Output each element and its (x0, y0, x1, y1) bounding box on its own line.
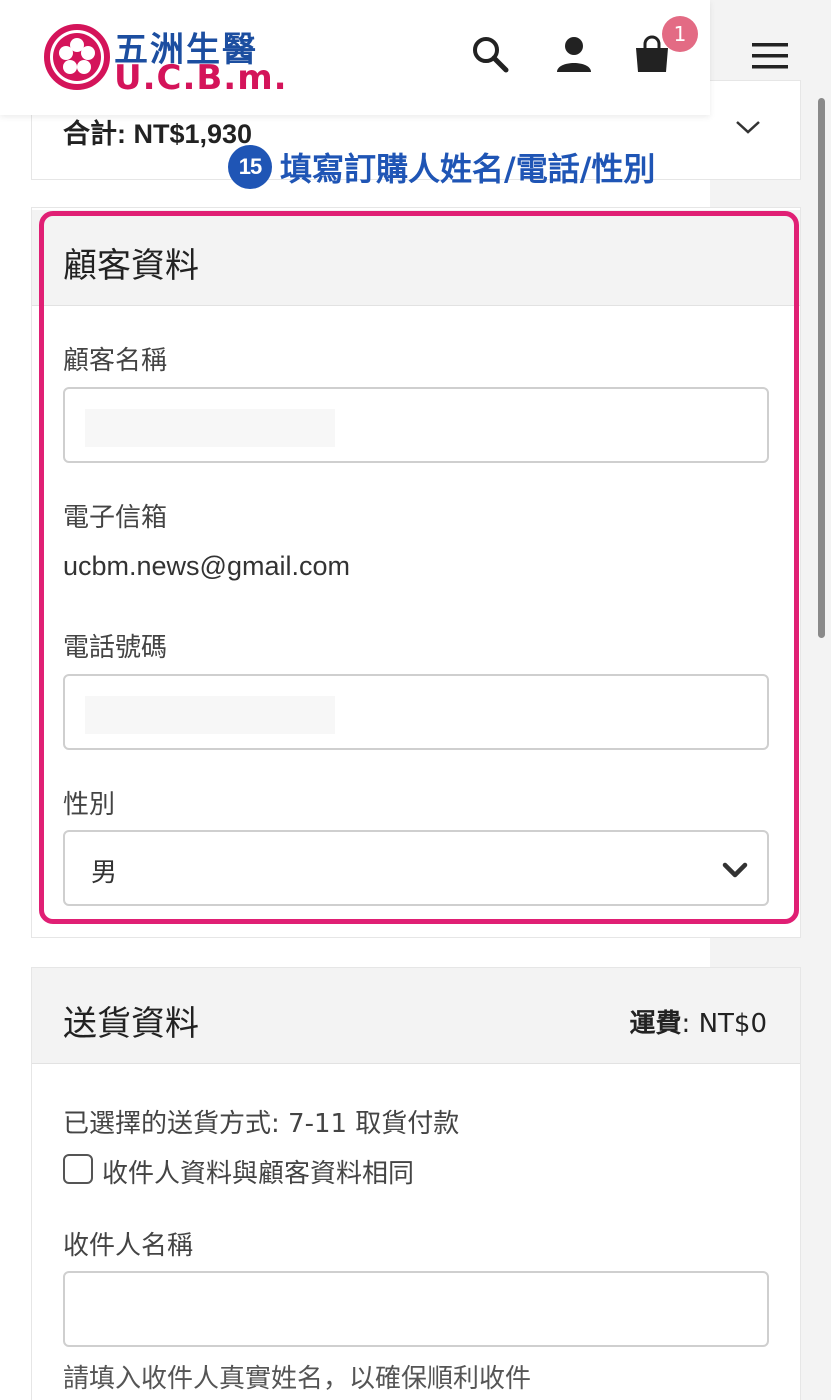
shipping-fee: 運費: NT$0 (630, 1003, 767, 1040)
logo-english-name: U.C.B.m. (114, 58, 288, 98)
hamburger-menu-icon[interactable] (750, 40, 790, 72)
search-icon[interactable] (470, 34, 510, 74)
tutorial-step-annotation: 15 填寫訂購人姓名/電話/性別 (228, 145, 655, 189)
highlight-frame (39, 211, 799, 924)
brand-logo[interactable]: 五洲生醫 U.C.B.m. (42, 24, 332, 98)
plum-blossom-logo-icon (44, 24, 110, 90)
site-header: 五洲生醫 U.C.B.m. 1 (0, 0, 710, 115)
step-instruction: 填寫訂購人姓名/電話/性別 (280, 150, 656, 188)
recipient-name-input[interactable] (63, 1271, 769, 1347)
recipient-name-hint: 請填入收件人真實姓名，以確保順利收件 (63, 1364, 532, 1394)
step-number-badge: 15 (228, 145, 272, 189)
scrollbar[interactable] (818, 98, 825, 638)
shipping-fee-value: : NT$0 (681, 1009, 767, 1039)
cart-count-badge: 1 (662, 16, 698, 52)
same-as-customer-checkbox[interactable] (63, 1154, 93, 1184)
shipping-fee-label: 運費 (629, 1009, 682, 1039)
order-total: 合計: NT$1,930 (63, 119, 253, 149)
recipient-name-label: 收件人名稱 (63, 1231, 194, 1261)
same-as-customer-label[interactable]: 收件人資料與顧客資料相同 (102, 1153, 414, 1190)
chevron-down-icon[interactable] (734, 118, 762, 136)
shipping-panel-title: 送貨資料 (63, 1004, 199, 1044)
shipping-method-text: 已選擇的送貨方式: 7-11 取貨付款 (63, 1109, 460, 1139)
account-icon[interactable] (554, 34, 594, 74)
